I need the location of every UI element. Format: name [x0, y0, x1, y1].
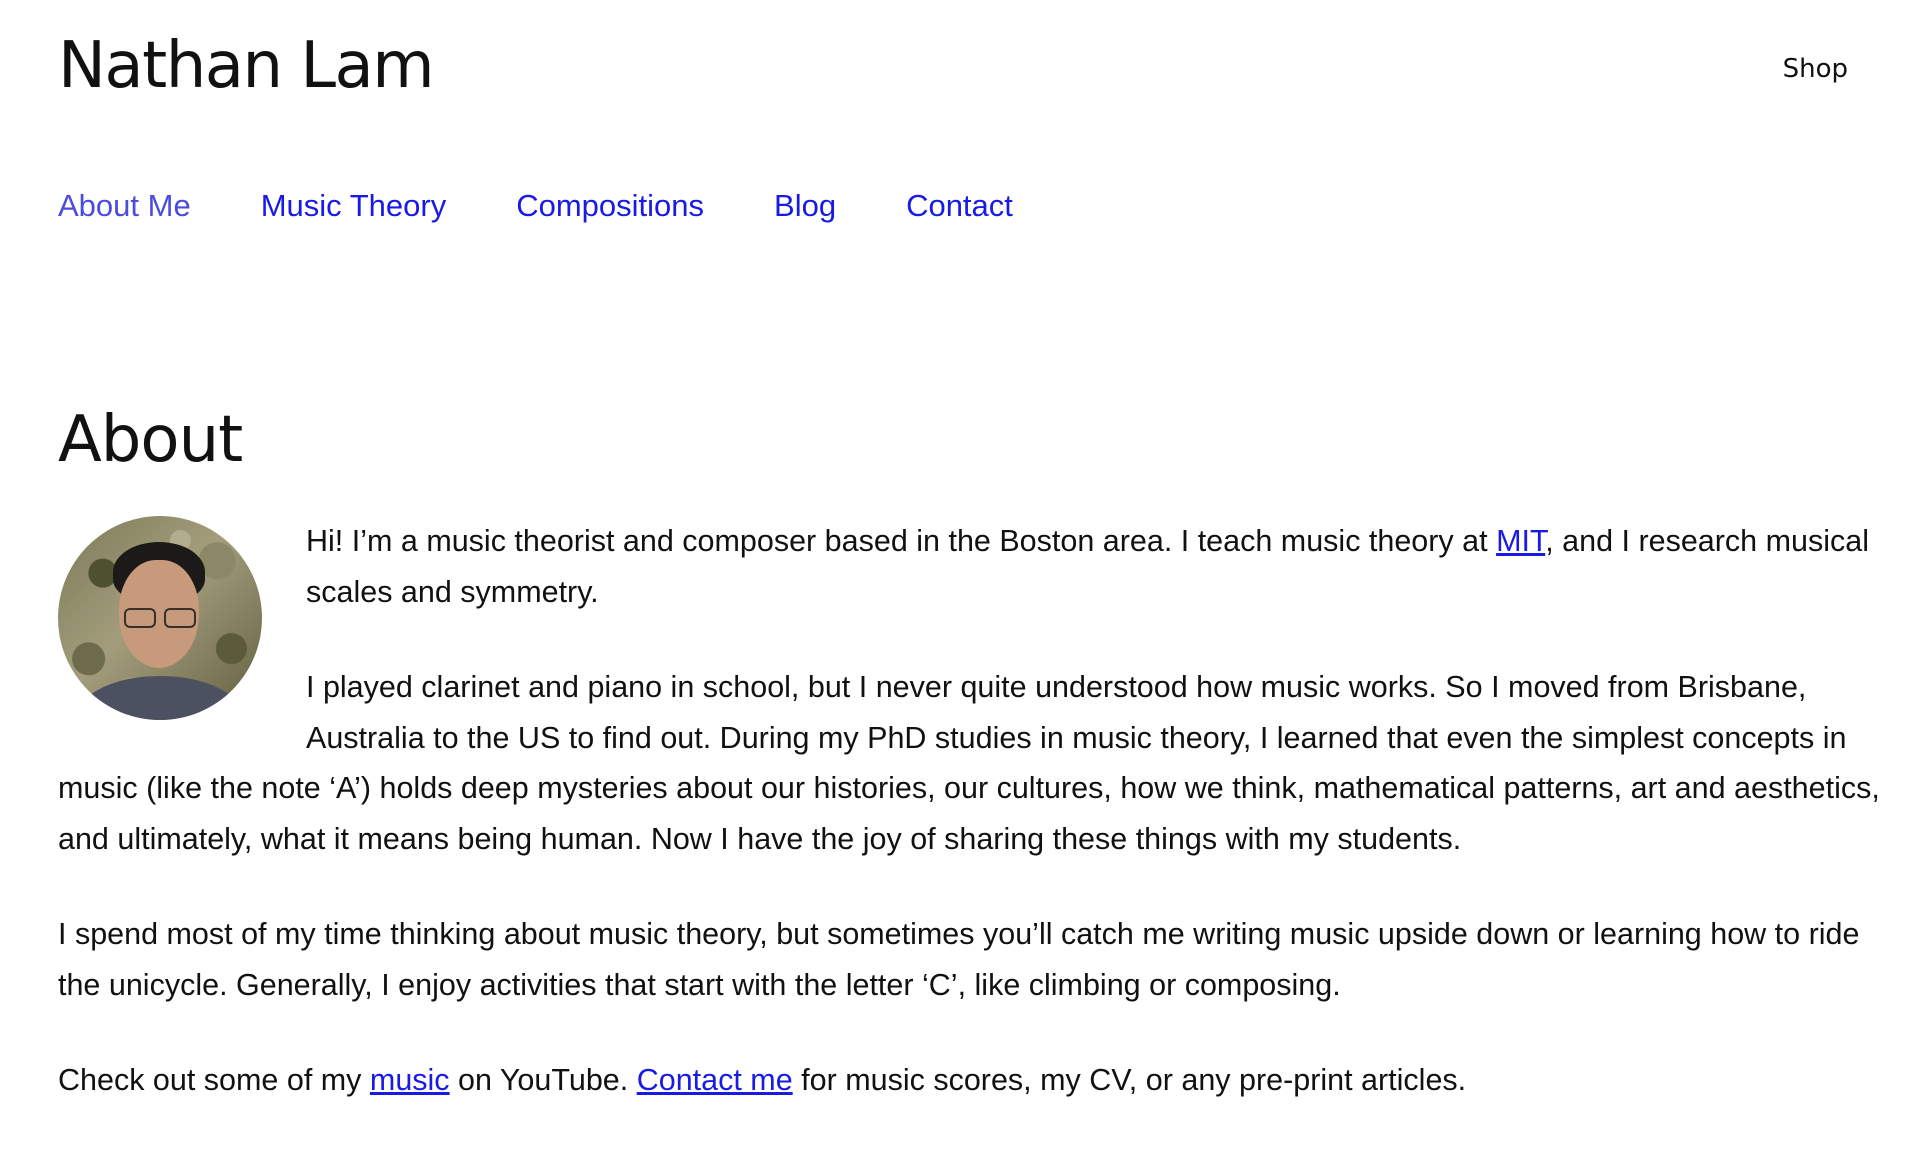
nav-item-blog[interactable]: Blog: [774, 186, 836, 226]
avatar-shirt: [78, 676, 242, 720]
about-content: Hi! I’m a music theorist and composer ba…: [58, 516, 1888, 1151]
links-paragraph: Check out some of my music on YouTube. C…: [58, 1063, 1467, 1097]
nav-item-music-theory[interactable]: Music Theory: [261, 186, 447, 226]
music-link[interactable]: music: [370, 1063, 450, 1097]
glasses-icon: [124, 608, 196, 628]
hobbies-paragraph: I spend most of my time thinking about m…: [58, 917, 1860, 1002]
shop-link[interactable]: Shop: [1783, 52, 1848, 86]
page: Nathan Lam Shop About Me Music Theory Co…: [0, 0, 1924, 1156]
site-title[interactable]: Nathan Lam: [58, 22, 435, 110]
contact-me-link[interactable]: Contact me: [637, 1063, 793, 1097]
background-paragraph: I played clarinet and piano in school, b…: [58, 670, 1880, 856]
avatar: [58, 516, 262, 720]
nav-item-contact[interactable]: Contact: [906, 186, 1013, 226]
main-nav: About Me Music Theory Compositions Blog …: [58, 186, 1013, 226]
mit-link[interactable]: MIT: [1496, 524, 1545, 558]
nav-item-compositions[interactable]: Compositions: [516, 186, 704, 226]
nav-item-about-me[interactable]: About Me: [58, 186, 191, 226]
intro-paragraph: Hi! I’m a music theorist and composer ba…: [306, 524, 1869, 609]
page-heading: About: [58, 403, 243, 477]
